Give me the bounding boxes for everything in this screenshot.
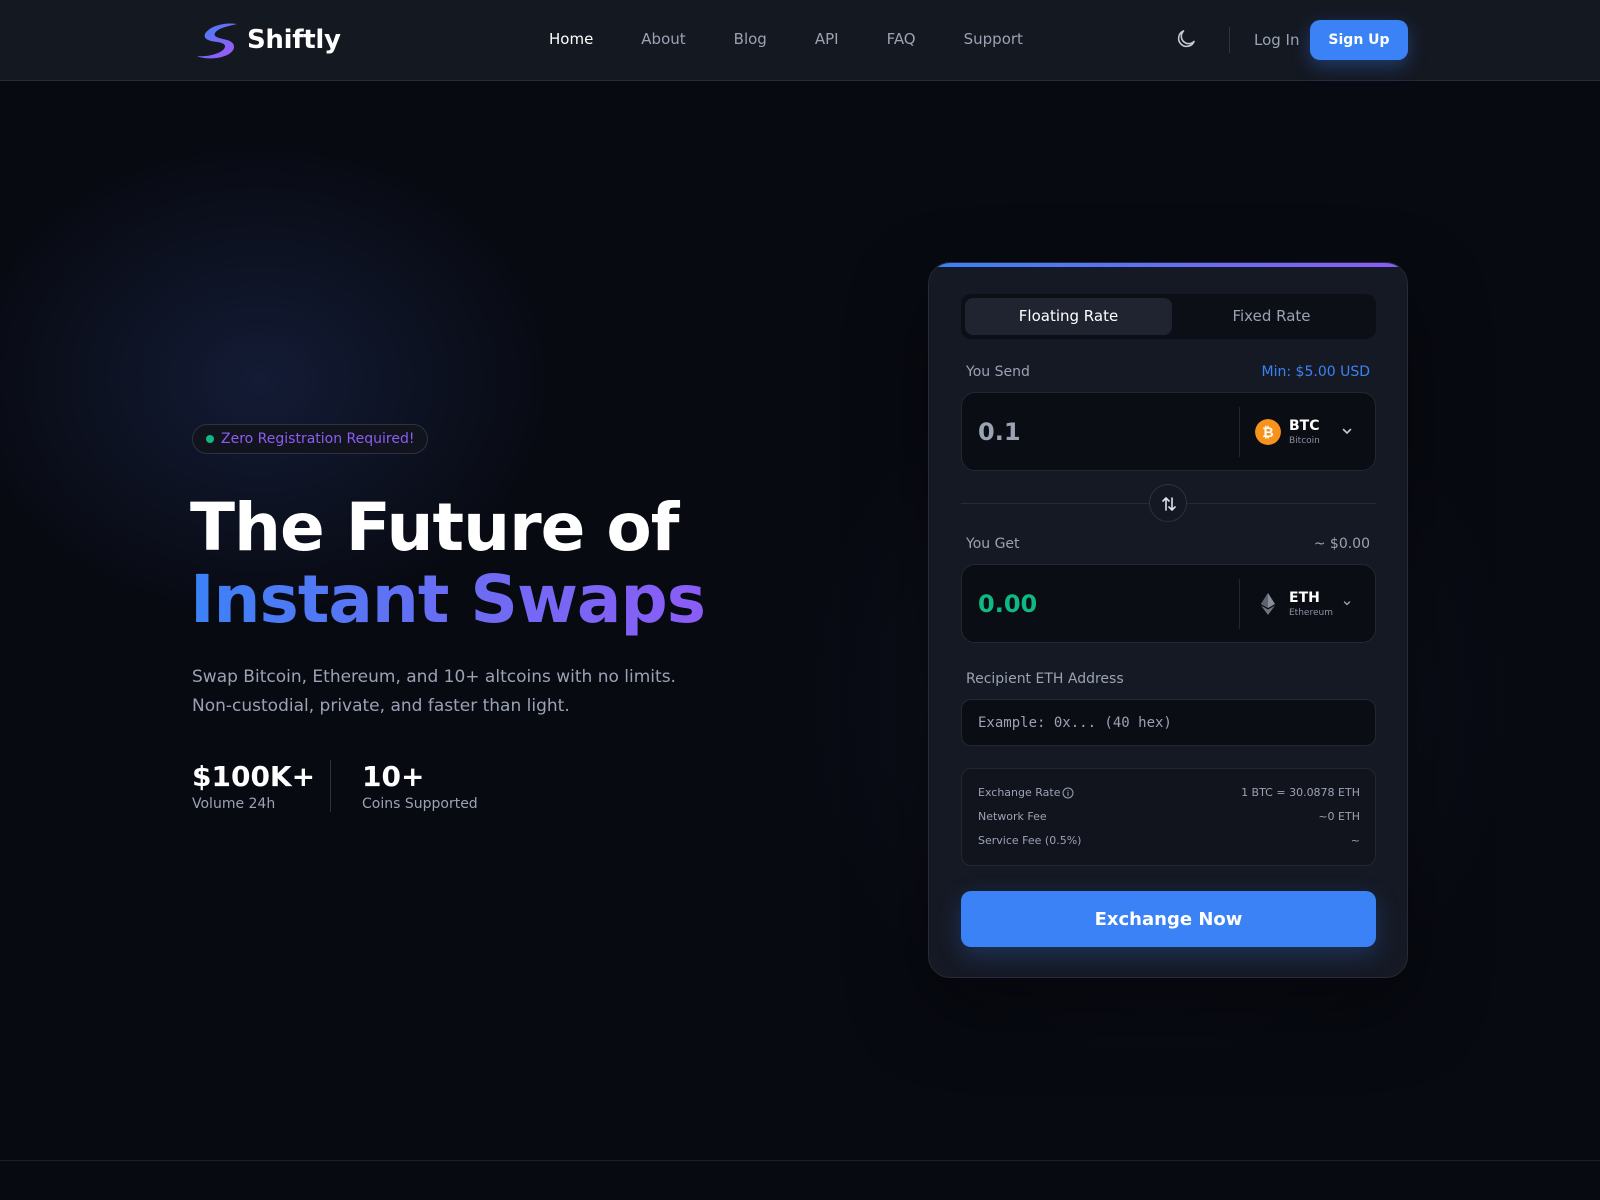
hero-title: The Future of Instant Swaps [190, 489, 706, 638]
shiftly-logo-icon [197, 23, 237, 59]
stat-label: Volume 24h [192, 796, 276, 812]
swap-direction-button[interactable] [1149, 484, 1187, 522]
nav-api[interactable]: API [815, 30, 839, 48]
signup-button[interactable]: Sign Up [1310, 20, 1408, 60]
stat-value: 10+ [362, 760, 425, 793]
hero-stats: $100K+ Volume 24h 10+ Coins Supported [192, 760, 478, 812]
min-amount: Min: $5.00 USD [1261, 364, 1370, 380]
svg-text:₿: ₿ [1262, 425, 1273, 441]
bitcoin-icon: ₿ [1255, 419, 1281, 445]
get-coin-name: Ethereum [1289, 608, 1333, 618]
stat-divider [330, 760, 331, 812]
swap-arrows-icon [1162, 497, 1176, 511]
main-nav: Home About Blog API FAQ Support [549, 30, 1071, 48]
send-box: ₿ BTC Bitcoin [961, 392, 1376, 471]
exchange-details: Exchange Rate 1 BTC = 30.0878 ETH Networ… [961, 768, 1376, 866]
tab-fixed-rate[interactable]: Fixed Rate [1168, 298, 1375, 335]
get-label: You Get [966, 536, 1020, 552]
detail-key: Exchange Rate [978, 786, 1061, 799]
brand-logo[interactable]: Shiftly [195, 20, 341, 60]
header-divider [1229, 27, 1230, 53]
nav-support[interactable]: Support [964, 30, 1023, 48]
send-label: You Send [966, 364, 1030, 380]
recipient-label: Recipient ETH Address [966, 671, 1124, 687]
nav-about[interactable]: About [641, 30, 685, 48]
detail-value: 1 BTC = 30.0878 ETH [1241, 786, 1360, 799]
stat-volume: $100K+ Volume 24h [192, 760, 330, 812]
detail-row-network-fee: Network Fee ~0 ETH [978, 810, 1360, 826]
send-coin-select[interactable]: ₿ BTC Bitcoin [1239, 407, 1367, 457]
stat-coins: 10+ Coins Supported [362, 760, 478, 812]
login-link[interactable]: Log In [1254, 31, 1300, 49]
stat-label: Coins Supported [362, 796, 478, 812]
footer-divider [0, 1160, 1600, 1161]
hero-subtitle-line2: Non-custodial, private, and faster than … [192, 696, 570, 716]
hero-title-line1: The Future of [190, 489, 679, 566]
get-coin-select[interactable]: ETH Ethereum [1239, 579, 1367, 629]
exchange-now-button[interactable]: Exchange Now [961, 891, 1376, 947]
rate-tabs: Floating Rate Fixed Rate [961, 294, 1376, 339]
ethereum-icon [1261, 593, 1275, 615]
recipient-address-input[interactable] [961, 699, 1376, 746]
status-dot-icon [206, 435, 214, 443]
chevron-down-icon [1342, 428, 1352, 434]
info-icon[interactable] [1062, 787, 1074, 799]
detail-value: ~ [1350, 834, 1360, 847]
hero-subtitle-line1: Swap Bitcoin, Ethereum, and 10+ altcoins… [192, 667, 676, 687]
detail-key: Network Fee [978, 810, 1047, 823]
detail-key: Service Fee (0.5%) [978, 834, 1082, 847]
nav-blog[interactable]: Blog [734, 30, 767, 48]
send-coin-name: Bitcoin [1289, 436, 1320, 446]
get-usd-estimate: ~ $0.00 [1313, 536, 1370, 552]
registration-badge: Zero Registration Required! [192, 424, 429, 454]
hero-title-line2: Instant Swaps [190, 561, 706, 638]
badge-text: Zero Registration Required! [221, 431, 415, 447]
get-coin-ticker: ETH [1289, 590, 1320, 606]
send-amount-input[interactable] [978, 415, 1208, 449]
chevron-down-icon [1343, 601, 1351, 606]
get-box: ETH Ethereum [961, 564, 1376, 643]
detail-row-service-fee: Service Fee (0.5%) ~ [978, 834, 1360, 850]
brand-name: Shiftly [247, 25, 341, 55]
card-accent-bar [929, 263, 1407, 267]
exchange-card: Floating Rate Fixed Rate You Send Min: $… [928, 262, 1408, 978]
nav-faq[interactable]: FAQ [887, 30, 916, 48]
detail-row-exchange-rate: Exchange Rate 1 BTC = 30.0878 ETH [978, 786, 1360, 802]
nav-home[interactable]: Home [549, 30, 593, 48]
get-amount-output[interactable] [978, 587, 1208, 621]
site-header: Shiftly Home About Blog API FAQ Support … [0, 0, 1600, 81]
detail-value: ~0 ETH [1318, 810, 1360, 823]
stat-value: $100K+ [192, 760, 316, 793]
moon-icon[interactable] [1174, 27, 1198, 51]
hero-subtitle: Swap Bitcoin, Ethereum, and 10+ altcoins… [192, 663, 712, 721]
send-coin-ticker: BTC [1289, 418, 1320, 434]
tab-floating-rate[interactable]: Floating Rate [965, 298, 1172, 335]
